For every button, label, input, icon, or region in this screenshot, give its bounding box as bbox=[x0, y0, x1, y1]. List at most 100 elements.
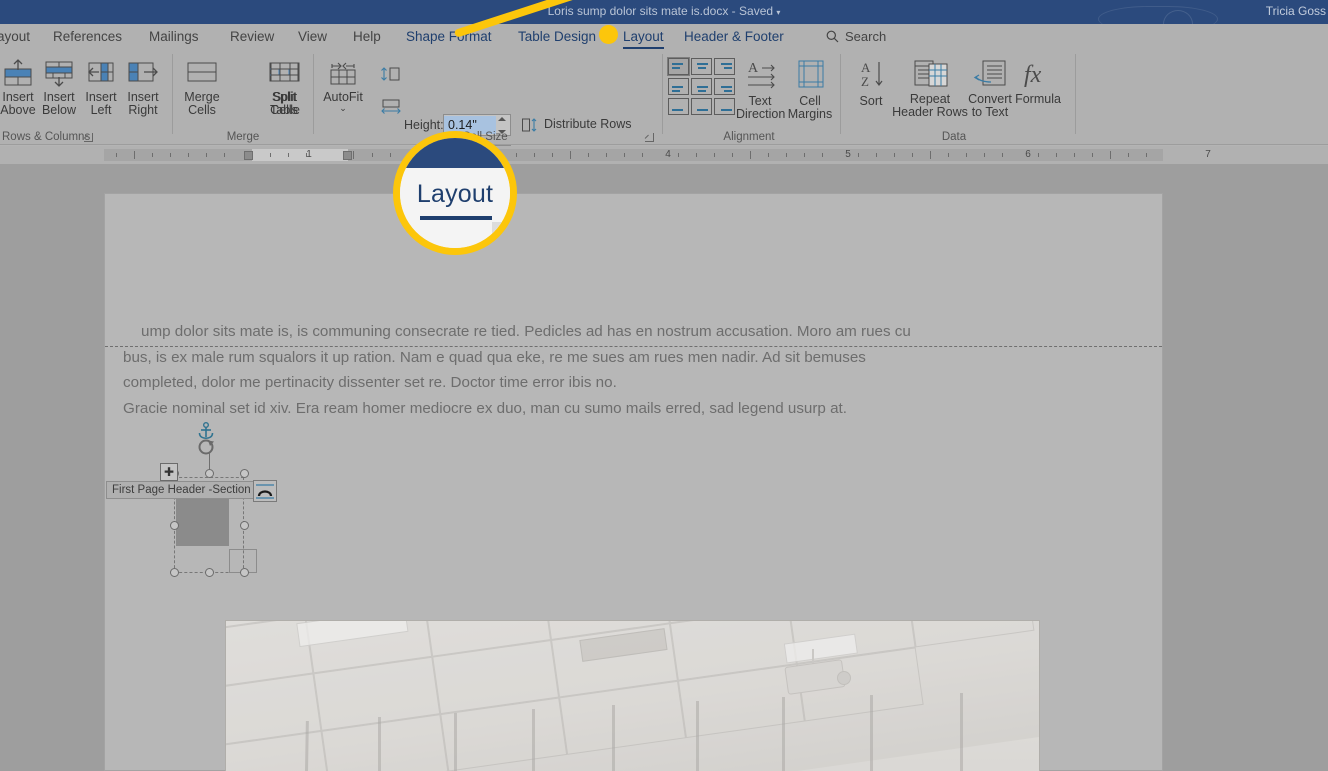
insert-left-label-2: Left bbox=[90, 103, 112, 117]
resize-handle-sw[interactable] bbox=[170, 568, 179, 577]
horizontal-ruler[interactable]: 1 3 4 5 6 7 bbox=[0, 146, 1328, 164]
ruler-number-7: 7 bbox=[1205, 149, 1211, 160]
convert-to-text-button[interactable]: Convert to Text bbox=[962, 58, 1018, 119]
chevron-down-icon[interactable]: ⌄ bbox=[320, 104, 366, 113]
insert-above-label-2: Above bbox=[0, 103, 36, 117]
tab-layout[interactable]: Layout bbox=[620, 24, 667, 50]
callout-target-dot bbox=[599, 25, 618, 44]
magnifier-active-tab-underline bbox=[420, 216, 492, 220]
tab-review[interactable]: Review bbox=[227, 24, 277, 50]
insert-below-button[interactable]: Insert Below bbox=[41, 58, 77, 117]
row-height-icon bbox=[380, 66, 402, 82]
chevron-down-icon[interactable]: ▾ bbox=[776, 8, 780, 17]
align-line bbox=[672, 86, 683, 88]
resize-handle-w[interactable] bbox=[170, 521, 179, 530]
merge-cells-label-1: Merge bbox=[184, 90, 220, 104]
merge-cells-label-2: Cells bbox=[188, 103, 216, 117]
cell-margins-icon bbox=[786, 58, 834, 92]
tab-mailings[interactable]: Mailings bbox=[146, 24, 202, 50]
title-bar: Loris sump dolor sits mate is.docx - Sav… bbox=[0, 0, 1328, 38]
cell-size-dialog-launcher[interactable] bbox=[645, 133, 654, 142]
align-bottom-left-button[interactable] bbox=[668, 98, 689, 115]
group-label-data: Data bbox=[941, 131, 967, 143]
insert-above-button[interactable]: Insert Above bbox=[0, 58, 36, 117]
account-user-name[interactable]: Tricia Goss bbox=[1266, 0, 1326, 22]
resize-handle-n[interactable] bbox=[205, 469, 214, 478]
ruler-number-6: 6 bbox=[1025, 149, 1031, 160]
align-line bbox=[697, 109, 708, 111]
layout-options-button[interactable] bbox=[253, 480, 277, 502]
formula-button[interactable]: fx Formula bbox=[1014, 58, 1062, 106]
align-bottom-center-button[interactable] bbox=[691, 98, 712, 115]
resize-handle-s[interactable] bbox=[205, 568, 214, 577]
insert-row-below-icon bbox=[41, 58, 77, 88]
align-line bbox=[672, 90, 680, 92]
text-direction-button[interactable]: A Text Direction bbox=[736, 58, 785, 121]
search-label: Search bbox=[845, 29, 887, 44]
align-top-left-button[interactable] bbox=[667, 57, 690, 76]
conference-room-photo[interactable] bbox=[225, 620, 1040, 771]
search-icon bbox=[826, 30, 839, 43]
document-body-text[interactable]: ump dolor sits mate is, is communing con… bbox=[123, 319, 933, 421]
sort-label: Sort bbox=[859, 94, 883, 108]
tab-view[interactable]: View bbox=[295, 24, 330, 50]
formula-fx-icon: fx bbox=[1014, 58, 1062, 90]
search-box[interactable]: Search bbox=[826, 24, 886, 50]
align-top-center-button[interactable] bbox=[691, 58, 712, 75]
group-separator bbox=[1075, 54, 1076, 134]
tab-table-design[interactable]: Table Design bbox=[515, 24, 599, 50]
group-label-alignment: Alignment bbox=[723, 131, 775, 143]
convert-to-text-label-1: Convert bbox=[968, 92, 1012, 106]
insert-right-button[interactable]: Insert Right bbox=[124, 58, 162, 117]
column-width-icon bbox=[380, 98, 402, 114]
saved-status[interactable]: Saved bbox=[739, 4, 773, 18]
autofit-icon bbox=[320, 58, 366, 88]
insert-right-label-1: Insert bbox=[127, 90, 159, 104]
resize-handle-e[interactable] bbox=[240, 521, 249, 530]
split-table-button[interactable]: Split Table bbox=[263, 58, 307, 117]
cell-margins-button[interactable]: Cell Margins bbox=[786, 58, 834, 121]
align-center-left-button[interactable] bbox=[668, 78, 689, 95]
height-field-label: Height: bbox=[404, 118, 444, 132]
tab-header-footer[interactable]: Header & Footer bbox=[681, 24, 787, 50]
ribbon-bottom-border bbox=[0, 144, 1328, 145]
insert-left-button[interactable]: Insert Left bbox=[83, 58, 119, 117]
align-line bbox=[672, 63, 683, 65]
svg-text:fx: fx bbox=[1024, 62, 1042, 88]
align-bottom-right-button[interactable] bbox=[714, 98, 735, 115]
resize-handle-ne[interactable] bbox=[240, 469, 249, 478]
ruler-text-area bbox=[252, 149, 348, 161]
ruler-track: 1 3 4 5 6 7 bbox=[104, 149, 1211, 161]
autofit-label: AutoFit bbox=[323, 90, 363, 104]
svg-text:A: A bbox=[748, 61, 759, 76]
document-canvas[interactable]: ump dolor sits mate is, is communing con… bbox=[0, 164, 1328, 771]
align-line bbox=[724, 67, 732, 69]
convert-to-text-icon bbox=[962, 58, 1018, 90]
merge-cells-button[interactable]: Merge Cells bbox=[180, 58, 224, 117]
move-handle-icon[interactable]: ✚ bbox=[160, 463, 178, 481]
first-line-indent-marker[interactable] bbox=[343, 151, 352, 160]
tab-references[interactable]: References bbox=[50, 24, 125, 50]
magnifier-content: Layout bbox=[400, 138, 510, 248]
tab-help[interactable]: Help bbox=[350, 24, 384, 50]
magnifier-layout-label: Layout bbox=[416, 180, 494, 208]
rotate-handle-icon[interactable] bbox=[196, 437, 218, 457]
rows-columns-dialog-launcher[interactable] bbox=[84, 133, 93, 142]
align-center-right-button[interactable] bbox=[714, 78, 735, 95]
ribbon-tab-bar: ayout References Mailings Review View He… bbox=[0, 24, 1328, 50]
magnifier-titlebar-slice bbox=[400, 138, 510, 168]
autofit-button[interactable]: AutoFit ⌄ bbox=[320, 58, 366, 113]
align-line bbox=[697, 86, 708, 88]
paragraph-1: ump dolor sits mate is, is communing con… bbox=[123, 319, 933, 396]
left-indent-marker[interactable] bbox=[244, 151, 253, 160]
tab-layout-cut[interactable]: ayout bbox=[0, 24, 33, 50]
word-window: Loris sump dolor sits mate is.docx - Sav… bbox=[0, 0, 1328, 771]
text-direction-icon: A bbox=[736, 58, 784, 92]
sort-button[interactable]: A Z Sort bbox=[848, 58, 894, 108]
resize-handle-se[interactable] bbox=[240, 568, 249, 577]
align-top-right-button[interactable] bbox=[714, 58, 735, 75]
title-separator: - bbox=[731, 4, 736, 18]
ruler-number-1: 1 bbox=[306, 149, 312, 160]
repeat-header-rows-button[interactable]: Repeat Header Rows bbox=[890, 58, 970, 119]
align-center-button[interactable] bbox=[691, 78, 712, 95]
